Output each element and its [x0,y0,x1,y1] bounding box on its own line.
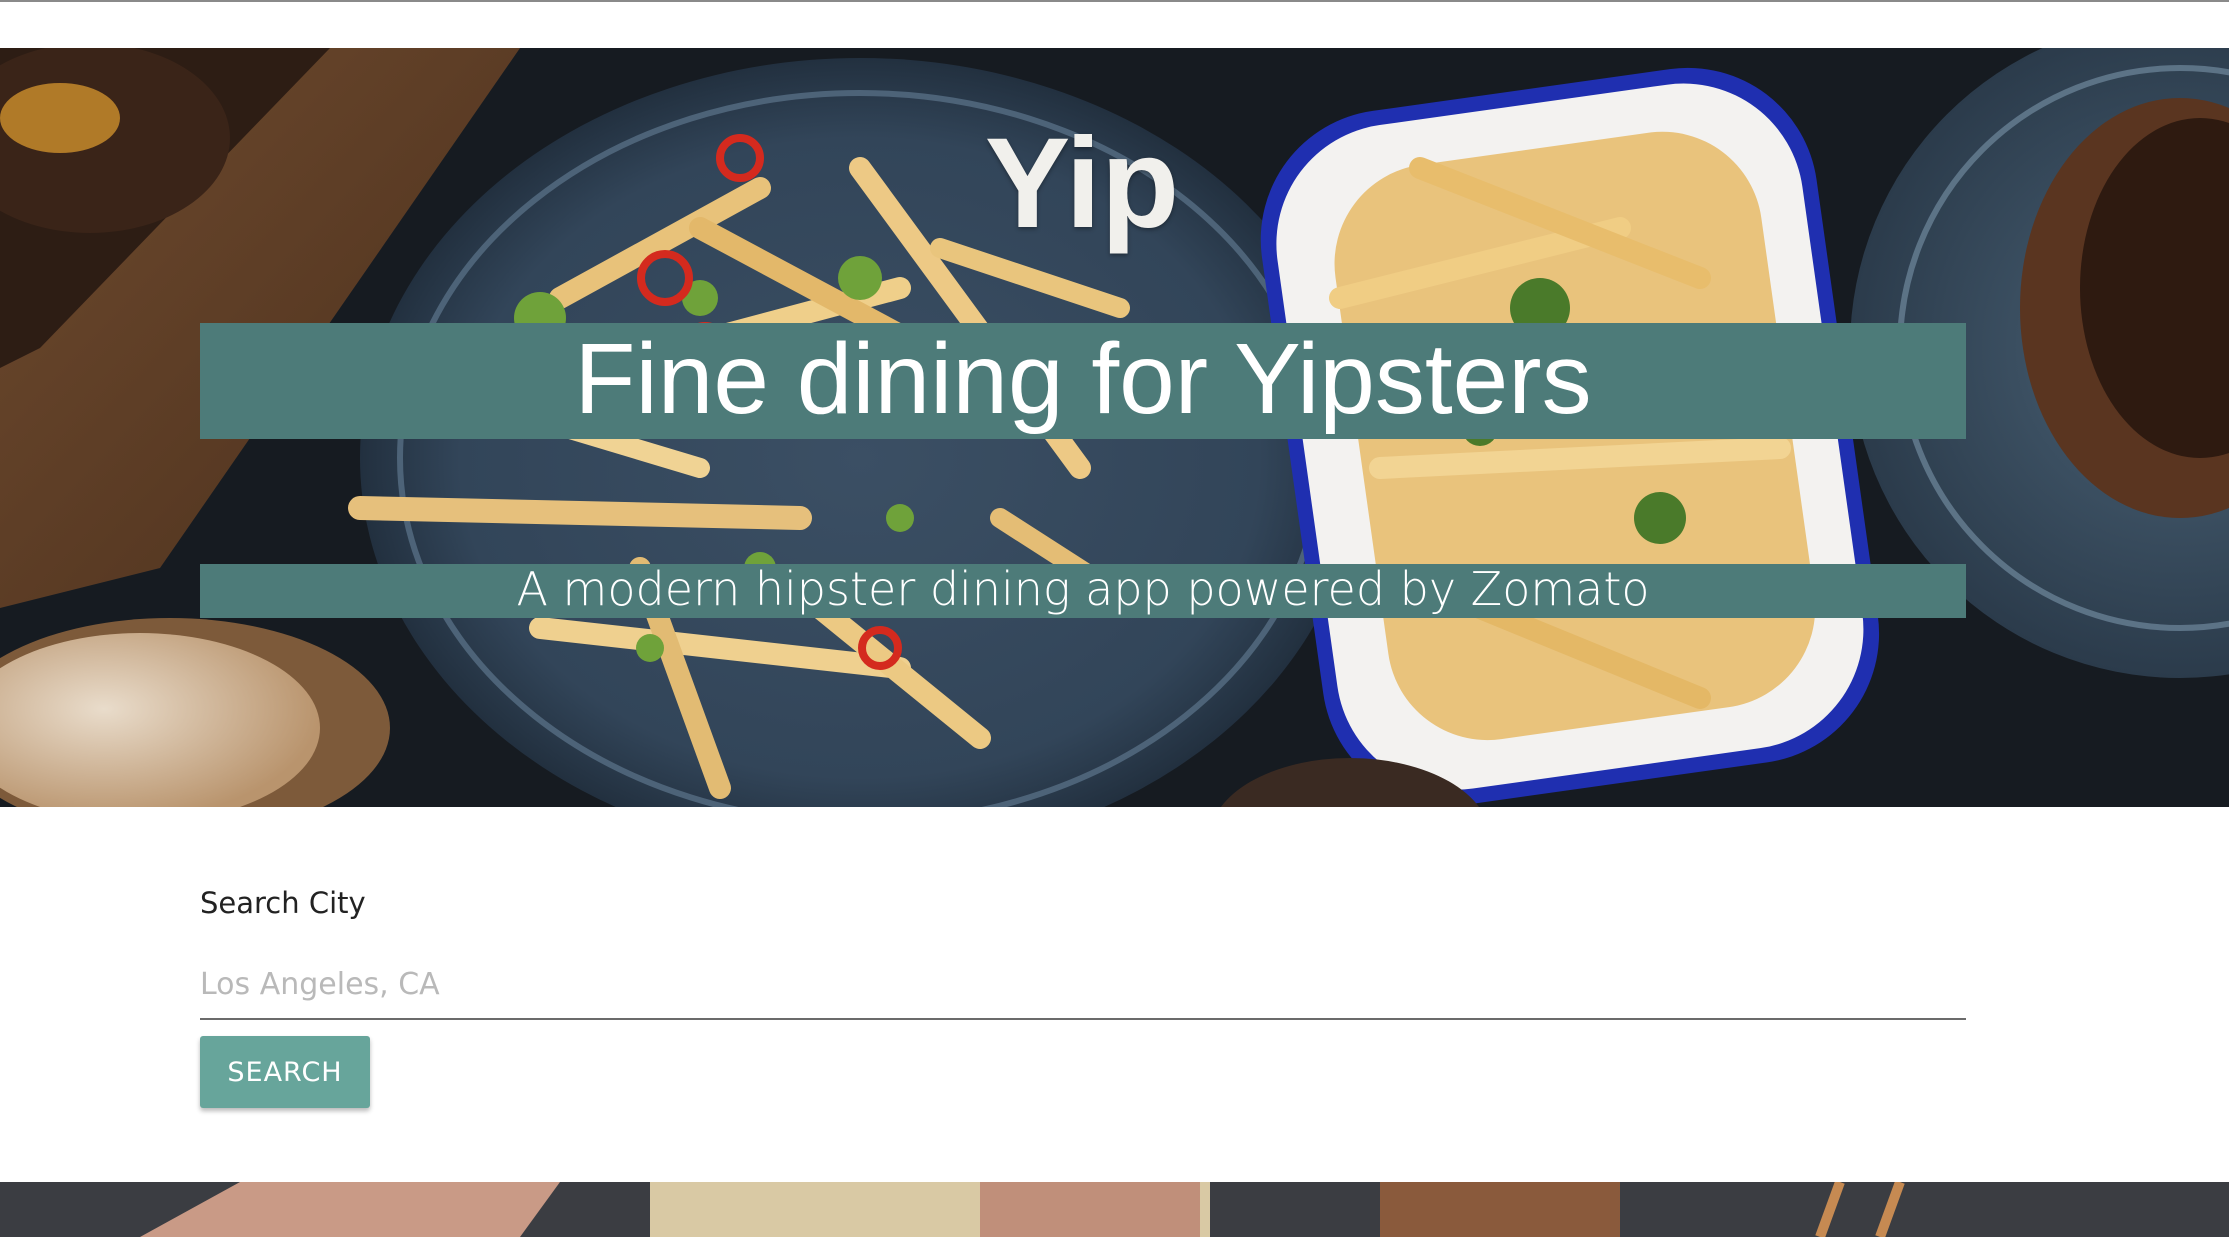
search-button[interactable]: SEARCH [200,1036,370,1108]
app-title: Yip [984,112,1180,255]
bottom-food-photo-strip [0,1182,2229,1237]
hero-tagline: Fine dining for Yipsters [574,323,1592,435]
search-city-label: Search City [200,886,366,920]
top-divider [0,0,2229,2]
search-city-input[interactable] [200,950,1966,1020]
bottom-food-photo [0,1182,2229,1237]
hero-subtitle: A modern hipster dining app powered by Z… [516,562,1650,616]
